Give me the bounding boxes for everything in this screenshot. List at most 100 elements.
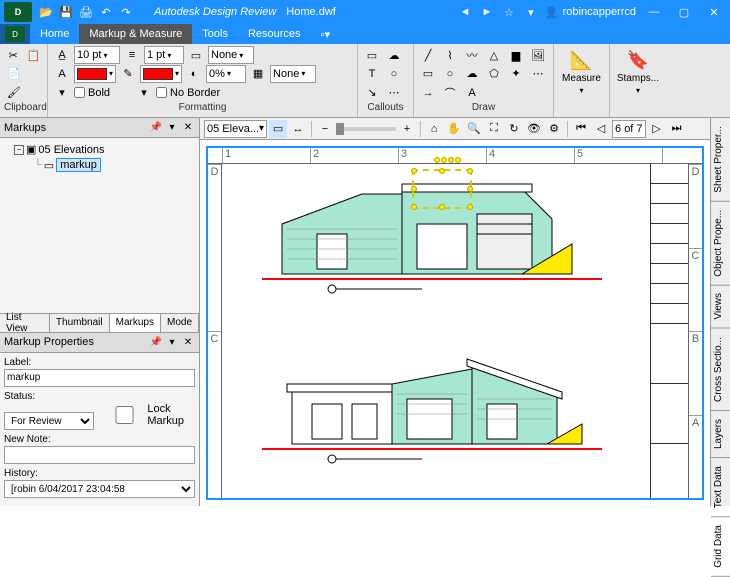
sub-tab-markups[interactable]: Markups [110, 314, 161, 332]
next-page-button[interactable]: ▷ [648, 120, 666, 138]
tab-object-properties[interactable]: Object Prope... [711, 202, 730, 286]
draw-shape1-button[interactable]: △ [484, 46, 504, 64]
page-indicator[interactable]: 6 of 7 [612, 120, 646, 138]
sub-tab-mode[interactable]: Mode [161, 314, 199, 332]
sub-tab-thumbnail[interactable]: Thumbnail [50, 314, 110, 332]
sub-tab-list-view[interactable]: List View [0, 314, 50, 332]
no-border-checkbox[interactable]: No Border [156, 87, 220, 99]
callout-leader-button[interactable]: ↘ [362, 84, 382, 102]
draw-arc-button[interactable]: ⌒ [440, 84, 460, 102]
zoom-window-button[interactable]: 🔍 [465, 120, 483, 138]
pan-tool-button[interactable]: ↔ [289, 120, 307, 138]
zoom-in-button[interactable]: + [398, 120, 416, 138]
arrow-left-icon[interactable]: ◄ [457, 4, 473, 20]
fill-style-button[interactable]: ▦ [248, 65, 268, 83]
lineweight-dropdown[interactable]: 1 pt▾ [144, 46, 184, 64]
callout-cloud-button[interactable]: ☁ [384, 46, 404, 64]
prev-page-button[interactable]: ◁ [592, 120, 610, 138]
tab-sheet-properties[interactable]: Sheet Proper... [711, 118, 730, 202]
format-painter-button[interactable]: 🖌 [4, 84, 24, 102]
draw-highlight-button[interactable]: ▆ [506, 46, 526, 64]
opacity-button[interactable]: ◐ [184, 65, 204, 83]
cut-button[interactable]: ✂ [4, 46, 23, 64]
new-note-input[interactable] [4, 446, 195, 464]
tab-markup-measure[interactable]: Markup & Measure [79, 24, 192, 44]
chevron-down-icon[interactable]: ▾ [523, 4, 539, 20]
measure-button[interactable]: 📐 Measure ▾ [557, 46, 607, 99]
first-page-button[interactable]: ⏮ [572, 120, 590, 138]
draw-cloud-button[interactable]: ☁ [462, 65, 482, 83]
history-select[interactable]: [robin 6/04/2017 23:04:58 [4, 480, 195, 498]
dropdown-icon[interactable]: ▾ [165, 335, 179, 349]
app-menu-button[interactable]: D [0, 24, 30, 44]
arrow-right-icon[interactable]: ► [479, 4, 495, 20]
callout-ellipse-button[interactable]: ○ [384, 65, 404, 83]
border-style-button[interactable]: ▭ [186, 46, 206, 64]
dropdown-icon[interactable]: ▾ [165, 121, 179, 135]
tab-tools[interactable]: Tools [192, 24, 238, 44]
rotate-button[interactable]: ↻ [505, 120, 523, 138]
draw-polyline-button[interactable]: ⌇ [440, 46, 460, 64]
zoom-slider[interactable] [336, 127, 396, 131]
tab-overflow[interactable]: ▫▾ [311, 24, 340, 44]
draw-image-button[interactable]: 🖼 [528, 46, 548, 64]
draw-line-button[interactable]: ╱ [418, 46, 438, 64]
fill-color-button[interactable]: ▾ [52, 84, 72, 102]
open-icon[interactable]: 📂 [38, 4, 54, 20]
home-view-button[interactable]: ⌂ [425, 120, 443, 138]
close-panel-icon[interactable]: ✕ [181, 121, 195, 135]
border-dropdown[interactable]: None▾ [208, 46, 254, 64]
callout-more-button[interactable]: ⋯ [384, 84, 404, 102]
hand-tool-button[interactable]: ✋ [445, 120, 463, 138]
view-button[interactable]: 👁 [525, 120, 543, 138]
drawing-viewport[interactable]: 12345 DC [206, 146, 704, 500]
opacity-dropdown[interactable]: 0%▾ [206, 65, 246, 83]
pin-icon[interactable]: 📌 [149, 121, 163, 135]
no-border-color-button[interactable]: ▾ [134, 84, 154, 102]
font-button[interactable]: A̲ [52, 46, 72, 64]
tab-home[interactable]: Home [30, 24, 79, 44]
status-select[interactable]: For Review [4, 412, 94, 430]
user-account[interactable]: 👤 robincapperrcd [545, 6, 636, 19]
save-icon[interactable]: 💾 [58, 4, 74, 20]
draw-text-button[interactable]: A [462, 84, 482, 102]
callout-rect-button[interactable]: ▭ [362, 46, 382, 64]
sheet-selector[interactable]: 05 Eleva... ▾ [204, 120, 267, 138]
draw-symbol-button[interactable]: ✦ [506, 65, 526, 83]
bold-checkbox[interactable]: Bold [74, 87, 110, 99]
tab-text-data[interactable]: Text Data [711, 458, 730, 517]
undo-icon[interactable]: ↶ [98, 4, 114, 20]
tab-resources[interactable]: Resources [238, 24, 311, 44]
maximize-button[interactable]: ▢ [672, 2, 696, 22]
fit-button[interactable]: ⛶ [485, 120, 503, 138]
lineweight-button[interactable]: ≡ [122, 46, 142, 64]
line-color-dropdown[interactable]: ▾ [140, 65, 182, 83]
last-page-button[interactable]: ⏭ [668, 120, 686, 138]
tab-views[interactable]: Views [711, 285, 730, 329]
copy-button[interactable]: 📄 [4, 65, 24, 83]
fill-dropdown[interactable]: None▾ [270, 65, 316, 83]
draw-arrow-button[interactable]: → [418, 84, 438, 102]
close-button[interactable]: ✕ [702, 2, 726, 22]
tab-grid-data[interactable]: Grid Data [711, 517, 730, 577]
pin-icon[interactable]: 📌 [149, 335, 163, 349]
stamps-button[interactable]: 🔖 Stamps... ▾ [613, 46, 663, 99]
draw-more-button[interactable]: ⋯ [528, 65, 548, 83]
select-tool-button[interactable]: ▭ [269, 120, 287, 138]
label-input[interactable] [4, 369, 195, 387]
font-color-button[interactable]: A [52, 65, 72, 83]
draw-ellipse-button[interactable]: ○ [440, 65, 460, 83]
minimize-button[interactable]: — [642, 2, 666, 22]
close-panel-icon[interactable]: ✕ [181, 335, 195, 349]
tree-root-item[interactable]: − ▣ 05 Elevations [4, 142, 195, 157]
line-color-button[interactable]: ✎ [118, 65, 138, 83]
paste-button[interactable]: 📋 [25, 46, 44, 64]
star-icon[interactable]: ☆ [501, 4, 517, 20]
print-icon[interactable]: 🖨 [78, 4, 94, 20]
callout-text-button[interactable]: T [362, 65, 382, 83]
redo-icon[interactable]: ↷ [118, 4, 134, 20]
tab-layers[interactable]: Layers [711, 411, 730, 458]
settings-button[interactable]: ⚙ [545, 120, 563, 138]
draw-freehand-button[interactable]: 〰 [462, 46, 482, 64]
tab-cross-sections[interactable]: Cross Sectio... [711, 329, 730, 411]
